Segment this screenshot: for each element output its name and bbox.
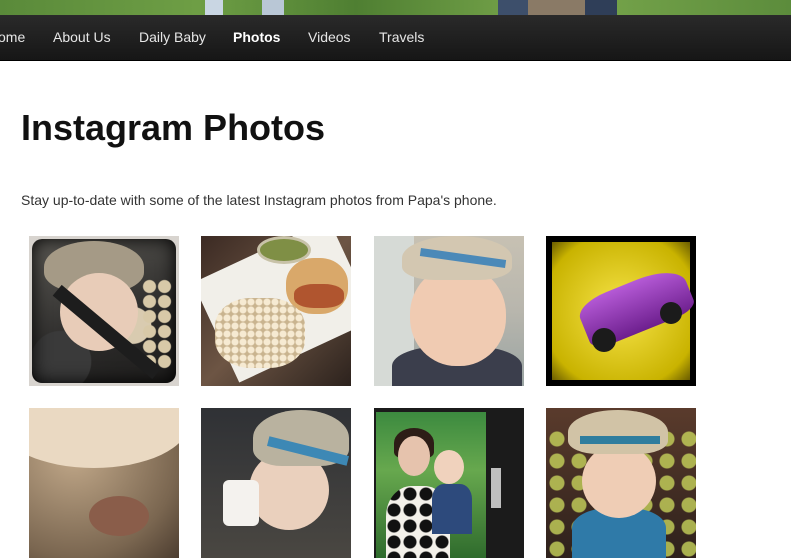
intro-text: Stay up-to-date with some of the latest …	[21, 192, 497, 208]
instagram-photo-7[interactable]	[374, 408, 524, 558]
nav-item-about-us[interactable]: About Us	[53, 15, 111, 60]
instagram-photo-5[interactable]	[29, 408, 179, 558]
main-navigation: ome About Us Daily Baby Photos Videos Tr…	[0, 15, 791, 61]
instagram-photo-8[interactable]	[546, 408, 696, 558]
instagram-photo-2[interactable]	[201, 236, 351, 386]
instagram-photo-1[interactable]	[29, 236, 179, 386]
header-banner-image	[0, 0, 791, 15]
nav-item-videos[interactable]: Videos	[308, 15, 351, 60]
nav-item-travels[interactable]: Travels	[379, 15, 424, 60]
nav-item-photos[interactable]: Photos	[233, 15, 280, 60]
instagram-photo-4[interactable]	[546, 236, 696, 386]
nav-item-daily-baby[interactable]: Daily Baby	[139, 15, 206, 60]
instagram-photo-3[interactable]	[374, 236, 524, 386]
instagram-photo-6[interactable]	[201, 408, 351, 558]
page-title: Instagram Photos	[21, 107, 326, 148]
nav-item-home[interactable]: ome	[0, 15, 25, 60]
